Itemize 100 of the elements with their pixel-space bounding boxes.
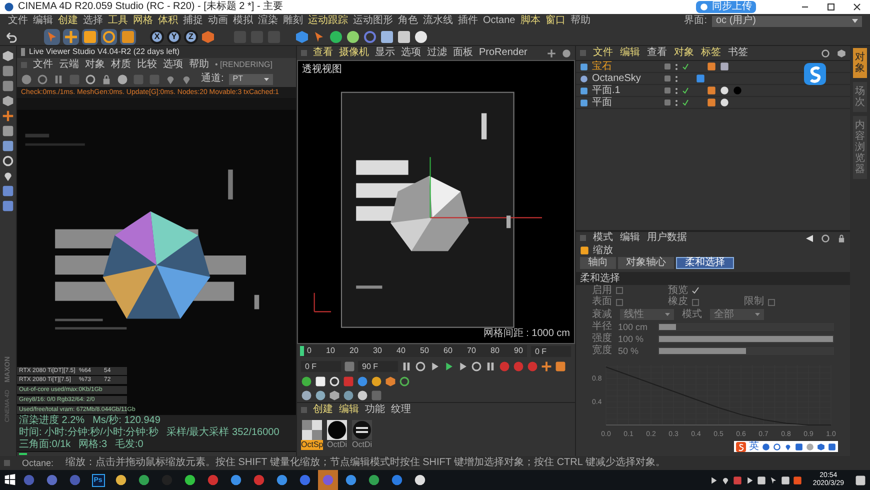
- menu-item[interactable]: 模式: [593, 233, 613, 244]
- menu-item[interactable]: 模拟: [233, 16, 253, 26]
- menu-item[interactable]: 插件: [458, 16, 478, 26]
- sphere-icon[interactable]: [329, 30, 343, 44]
- menu-item[interactable]: 材质: [111, 60, 131, 70]
- back-arrow-icon[interactable]: [805, 234, 814, 243]
- side-tab[interactable]: 对象: [853, 48, 867, 78]
- menu-item[interactable]: 捕捉: [183, 16, 203, 26]
- app-icon[interactable]: [368, 474, 380, 486]
- object-name[interactable]: 平面: [592, 98, 660, 108]
- null-object-icon[interactable]: [301, 376, 312, 386]
- menu-item[interactable]: 角色: [398, 16, 418, 26]
- slider-track[interactable]: [658, 323, 834, 332]
- previous-frame-icon[interactable]: [429, 360, 440, 372]
- checkbox[interactable]: [768, 298, 775, 306]
- panel-grip-icon[interactable]: [301, 406, 307, 412]
- menu-item[interactable]: 运动跟踪: [308, 16, 348, 26]
- lock-icon[interactable]: [101, 74, 112, 84]
- menu-item[interactable]: 纹理: [391, 404, 411, 414]
- field-value[interactable]: 100 %: [618, 334, 654, 344]
- material-name[interactable]: OctSp: [301, 440, 323, 450]
- checkbox[interactable]: [616, 298, 623, 306]
- refresh-icon[interactable]: [37, 74, 48, 84]
- menu-item[interactable]: 体积: [158, 16, 178, 26]
- move-icon[interactable]: [547, 48, 556, 58]
- pause-icon[interactable]: [53, 74, 64, 84]
- sphere-icon[interactable]: [343, 390, 354, 400]
- menu-item[interactable]: 功能: [365, 404, 385, 414]
- channel-dropdown[interactable]: PT: [228, 74, 273, 84]
- panel-grip-icon[interactable]: [4, 460, 10, 466]
- menu-item[interactable]: 标签: [701, 48, 721, 58]
- axis-lock-button[interactable]: X: [150, 30, 164, 44]
- visibility-dots-icon[interactable]: [675, 62, 678, 70]
- menu-item[interactable]: 帮助: [189, 60, 209, 70]
- sphere-icon[interactable]: [315, 390, 326, 400]
- menu-item[interactable]: 帮助: [570, 16, 590, 26]
- play-icon[interactable]: [443, 360, 454, 372]
- enabled-check-icon[interactable]: [682, 63, 689, 70]
- panel-grip-icon[interactable]: [580, 50, 586, 56]
- menu-item[interactable]: 文件: [8, 16, 28, 26]
- layout-dropdown[interactable]: oc (用户): [712, 16, 862, 26]
- app-icon[interactable]: [276, 474, 288, 486]
- sphere-icon[interactable]: [357, 390, 368, 400]
- maximize-icon[interactable]: [826, 2, 836, 12]
- start-frame-field[interactable]: 0 F: [301, 360, 341, 372]
- menu-item[interactable]: 流水线: [423, 16, 453, 26]
- app-icon[interactable]: [230, 474, 242, 486]
- slider-track[interactable]: [658, 347, 834, 356]
- app-icon[interactable]: [138, 474, 150, 486]
- menu-item[interactable]: 比较: [137, 60, 157, 70]
- sphere-icon[interactable]: [301, 390, 312, 400]
- menu-item[interactable]: 动画: [208, 16, 228, 26]
- menu-item[interactable]: 用户数据: [647, 233, 687, 244]
- polygons-mode-icon[interactable]: [2, 95, 14, 107]
- menu-item[interactable]: Octane: [483, 16, 516, 26]
- checkbox[interactable]: [692, 287, 699, 294]
- visibility-dots-icon[interactable]: [675, 86, 678, 94]
- end-frame-field[interactable]: 90 F: [358, 360, 398, 372]
- material-name[interactable]: OctDi: [326, 440, 348, 450]
- menu-item[interactable]: 运动图形: [353, 16, 393, 26]
- menu-item[interactable]: 查看: [313, 48, 333, 58]
- tab[interactable]: 对象轴心: [618, 257, 674, 270]
- material-name[interactable]: OctDi: [351, 440, 373, 450]
- undo-icon[interactable]: [4, 30, 18, 44]
- move-icon[interactable]: [64, 30, 78, 44]
- menu-item[interactable]: 创建: [313, 404, 333, 414]
- object-name[interactable]: OctaneSky: [592, 74, 660, 84]
- scale-box-icon[interactable]: [121, 30, 135, 44]
- slider-fill[interactable]: [659, 324, 676, 330]
- app-tray-icon[interactable]: [732, 476, 742, 484]
- field-value[interactable]: 50 %: [618, 346, 654, 356]
- panel-grip-icon[interactable]: [301, 50, 307, 56]
- search-icon[interactable]: [821, 234, 830, 243]
- rectangle-icon[interactable]: [315, 376, 326, 386]
- menu-item[interactable]: 摄像机: [339, 48, 369, 58]
- target-icon[interactable]: [329, 376, 340, 386]
- app-icon[interactable]: [115, 474, 127, 486]
- visibility-dots-icon[interactable]: [675, 98, 678, 106]
- visibility-dots-icon[interactable]: [675, 74, 678, 82]
- next-frame-icon[interactable]: [457, 360, 468, 372]
- slider-fill[interactable]: [659, 348, 746, 354]
- material-tag-icon[interactable]: [720, 62, 729, 71]
- menu-item[interactable]: 查看: [647, 48, 667, 58]
- search-icon[interactable]: [821, 48, 830, 58]
- menu-item[interactable]: 面板: [453, 48, 473, 58]
- object-name[interactable]: 平面.1: [592, 86, 660, 96]
- timeline-ruler[interactable]: 0 10 20 30 40 50 60 70 80 90: [301, 345, 527, 357]
- menu-item[interactable]: 对象: [674, 48, 694, 58]
- pin-icon[interactable]: [181, 74, 192, 84]
- menu-item[interactable]: 网格: [133, 16, 153, 26]
- checkbox[interactable]: [692, 298, 699, 306]
- punctuation-icon[interactable]: [762, 442, 770, 451]
- input-method-icon[interactable]: [792, 476, 802, 484]
- menu-item[interactable]: 选项: [401, 48, 421, 58]
- pin-icon[interactable]: [165, 74, 176, 84]
- current-frame-field[interactable]: 0 F: [531, 346, 571, 356]
- menu-item[interactable]: 文件: [33, 60, 53, 70]
- material-swatch-icon[interactable]: [352, 420, 372, 440]
- axis-mode-icon[interactable]: [2, 110, 14, 122]
- menu-item[interactable]: 渲染: [258, 16, 278, 26]
